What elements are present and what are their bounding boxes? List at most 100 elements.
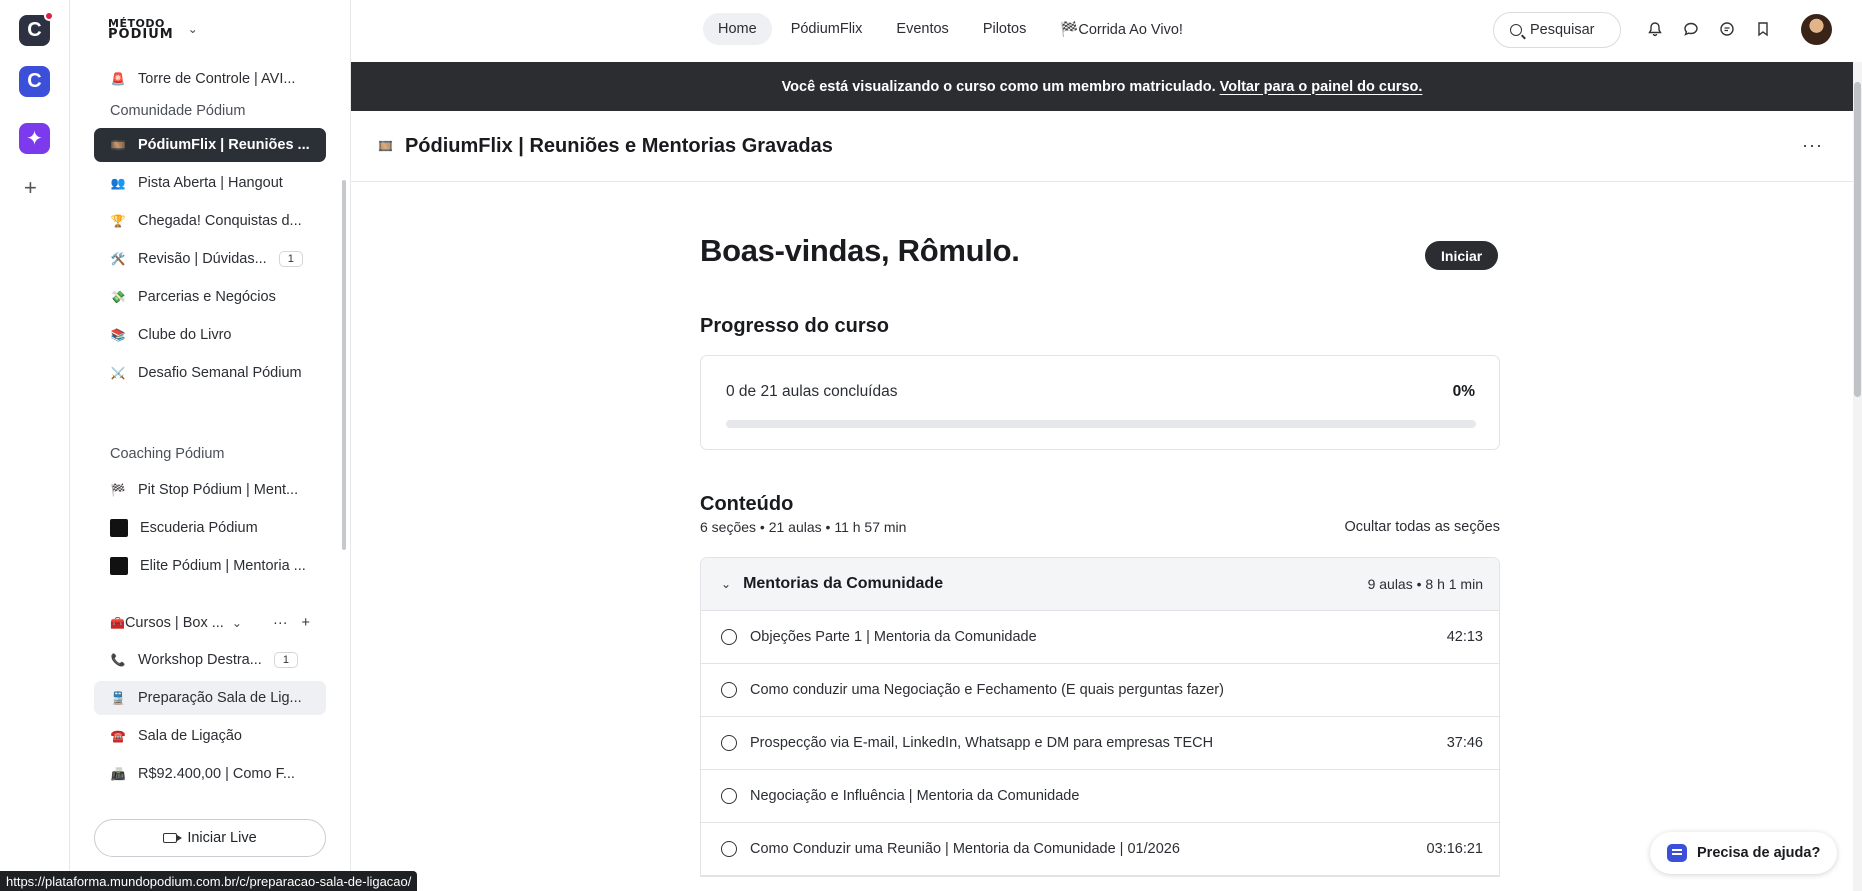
- chevron-down-icon[interactable]: ⌄: [232, 616, 242, 630]
- sidebar-item-parcerias[interactable]: 💸 Parcerias e Negócios: [94, 280, 326, 314]
- sidebar-scrollbar[interactable]: [342, 180, 346, 550]
- add-space-icon[interactable]: +: [302, 615, 310, 631]
- chevron-down-icon: ⌄: [187, 22, 198, 36]
- progress-bar: [726, 420, 1476, 428]
- sections-list: ⌄ Mentorias da Comunidade 9 aulas • 8 h …: [700, 557, 1500, 877]
- sidebar-item-clube-livro[interactable]: 📚 Clube do Livro: [94, 318, 326, 352]
- avatar[interactable]: [1801, 14, 1832, 45]
- more-options-icon[interactable]: ···: [273, 615, 288, 631]
- lesson-title: Como Conduzir uma Reunião | Mentoria da …: [750, 841, 1180, 857]
- progress-percent: 0%: [1452, 383, 1475, 400]
- sidebar-item-r92400[interactable]: 📠 R$92.400,00 | Como F...: [94, 757, 326, 791]
- lesson-status-icon: [721, 682, 737, 698]
- lesson-duration: 37:46: [1446, 735, 1483, 751]
- search-icon: [1510, 24, 1522, 36]
- start-live-button[interactable]: Iniciar Live: [94, 819, 326, 857]
- film-icon: 🎞️: [378, 139, 393, 153]
- page-scrollbar[interactable]: [1853, 62, 1862, 891]
- sidebar-item-chegada[interactable]: 🏆 Chegada! Conquistas d...: [94, 204, 326, 238]
- sidebar-item-escuderia[interactable]: Escuderia Pódium: [94, 511, 326, 545]
- progress-card: 0 de 21 aulas concluídas 0%: [700, 355, 1500, 450]
- sidebar-item-revisao[interactable]: 🛠️ Revisão | Dúvidas... 1: [94, 242, 326, 276]
- status-bar-url: https://plataforma.mundopodium.com.br/c/…: [0, 871, 418, 891]
- group-cursos[interactable]: 🧰 Cursos | Box ... ⌄ ··· +: [110, 615, 310, 631]
- tools-icon: 🛠️: [110, 252, 126, 266]
- chat-icon[interactable]: [1682, 20, 1700, 38]
- community-app-icon[interactable]: C: [19, 11, 54, 46]
- elite-thumbnail: [110, 557, 128, 575]
- page-scrollbar-thumb[interactable]: [1854, 82, 1861, 397]
- nav-podiumflix[interactable]: PódiumFlix: [776, 13, 878, 45]
- sidebar-item-preparacao[interactable]: 🚆 Preparação Sala de Lig...: [94, 681, 326, 715]
- lesson-row[interactable]: Objeções Parte 1 | Mentoria da Comunidad…: [701, 611, 1499, 664]
- books-icon: 📚: [110, 328, 126, 342]
- unread-badge: 1: [278, 251, 303, 267]
- app-rail: C C ✦ +: [0, 0, 70, 891]
- messages-icon[interactable]: [1718, 20, 1736, 38]
- page-header: 🎞️ PódiumFlix | Reuniões e Mentorias Gra…: [351, 111, 1853, 182]
- nav-home[interactable]: Home: [703, 13, 772, 45]
- enrolled-preview-banner: Você está visualizando o curso como um m…: [351, 62, 1853, 111]
- start-course-button[interactable]: Iniciar: [1425, 241, 1499, 270]
- bell-icon[interactable]: [1646, 20, 1664, 38]
- lesson-title: Negociação e Influência | Mentoria da Co…: [750, 788, 1080, 804]
- welcome-heading: Boas-vindas, Rômulo.: [700, 233, 1020, 268]
- lesson-row[interactable]: Negociação e Influência | Mentoria da Co…: [701, 770, 1499, 823]
- sidebar: MÉTODO PÓDIUM ⌄ 🚨 Torre de Controle | AV…: [70, 0, 351, 891]
- chevron-down-icon: ⌄: [721, 577, 732, 591]
- logo-text: MÉTODO PÓDIUM: [108, 17, 174, 42]
- search-button[interactable]: Pesquisar: [1493, 12, 1621, 48]
- section-header[interactable]: ⌄ Mentorias da Comunidade 9 aulas • 8 h …: [701, 558, 1499, 611]
- toolbox-icon: 🧰: [110, 616, 125, 630]
- more-options-icon[interactable]: ···: [1802, 135, 1823, 156]
- sidebar-item-sala-ligacao[interactable]: ☎️ Sala de Ligação: [94, 719, 326, 753]
- ai-sparkle-icon[interactable]: ✦: [19, 123, 50, 154]
- lesson-status-icon: [721, 735, 737, 751]
- lesson-row[interactable]: Como Conduzir uma Reunião | Mentoria da …: [701, 823, 1499, 876]
- sidebar-item-pista-aberta[interactable]: 👥 Pista Aberta | Hangout: [94, 166, 326, 200]
- hide-all-sections-button[interactable]: Ocultar todas as seções: [1344, 519, 1500, 535]
- sidebar-item-workshop[interactable]: 📞 Workshop Destra... 1: [94, 643, 326, 677]
- escuderia-thumbnail: [110, 519, 128, 537]
- lesson-row[interactable]: Prospecção via E-mail, LinkedIn, Whatsap…: [701, 717, 1499, 770]
- train-icon: 🚆: [110, 691, 126, 705]
- lesson-status-icon: [721, 841, 737, 857]
- lesson-duration: 03:16:21: [1426, 841, 1483, 857]
- sidebar-item-desafio[interactable]: ⚔️ Desafio Semanal Pódium: [94, 356, 326, 390]
- sidebar-item-podiumflix[interactable]: 🎞️ PódiumFlix | Reuniões ...: [94, 128, 326, 162]
- sidebar-item-torre[interactable]: 🚨 Torre de Controle | AVI...: [94, 62, 326, 96]
- content-heading: Conteúdo: [700, 493, 794, 515]
- help-chat-icon: [1667, 844, 1687, 862]
- lesson-duration: 42:13: [1446, 629, 1483, 645]
- lesson-title: Prospecção via E-mail, LinkedIn, Whatsap…: [750, 735, 1214, 751]
- group-coaching[interactable]: Coaching Pódium: [110, 446, 224, 462]
- sidebar-item-elite[interactable]: Elite Pódium | Mentoria ...: [94, 549, 326, 583]
- fax-icon: 📠: [110, 767, 126, 781]
- progress-text: 0 de 21 aulas concluídas: [726, 383, 898, 400]
- bookmark-icon[interactable]: [1754, 20, 1772, 38]
- nav-corrida-ao-vivo[interactable]: 🏁Corrida Ao Vivo!: [1045, 13, 1198, 45]
- add-community-icon[interactable]: +: [24, 177, 37, 199]
- people-icon: 👥: [110, 176, 126, 190]
- checkered-flag-icon: 🏁: [110, 483, 126, 497]
- community-app-icon-2[interactable]: C: [19, 66, 50, 97]
- lesson-status-icon: [721, 629, 737, 645]
- community-logo[interactable]: MÉTODO PÓDIUM ⌄: [108, 17, 198, 42]
- notification-dot: [44, 11, 54, 21]
- main-nav: Home PódiumFlix Eventos Pilotos 🏁Corrida…: [703, 13, 1198, 45]
- trophy-icon: 🏆: [110, 214, 126, 228]
- telephone-icon: ☎️: [110, 729, 126, 743]
- sidebar-scroll[interactable]: 🚨 Torre de Controle | AVI... Comunidade …: [70, 60, 351, 805]
- group-comunidade[interactable]: Comunidade Pódium: [110, 103, 245, 119]
- lesson-status-icon: [721, 788, 737, 804]
- phone-icon: 📞: [110, 653, 126, 667]
- nav-pilotos[interactable]: Pilotos: [968, 13, 1042, 45]
- back-to-course-dashboard-link[interactable]: Voltar para o painel do curso.: [1220, 79, 1423, 95]
- help-button[interactable]: Precisa de ajuda?: [1650, 832, 1838, 874]
- nav-eventos[interactable]: Eventos: [881, 13, 963, 45]
- lesson-row[interactable]: Como conduzir uma Negociação e Fechament…: [701, 664, 1499, 717]
- siren-icon: 🚨: [110, 72, 126, 86]
- video-camera-icon: [163, 833, 183, 843]
- sidebar-item-pit-stop[interactable]: 🏁 Pit Stop Pódium | Ment...: [94, 473, 326, 507]
- page-title: PódiumFlix | Reuniões e Mentorias Gravad…: [404, 134, 833, 157]
